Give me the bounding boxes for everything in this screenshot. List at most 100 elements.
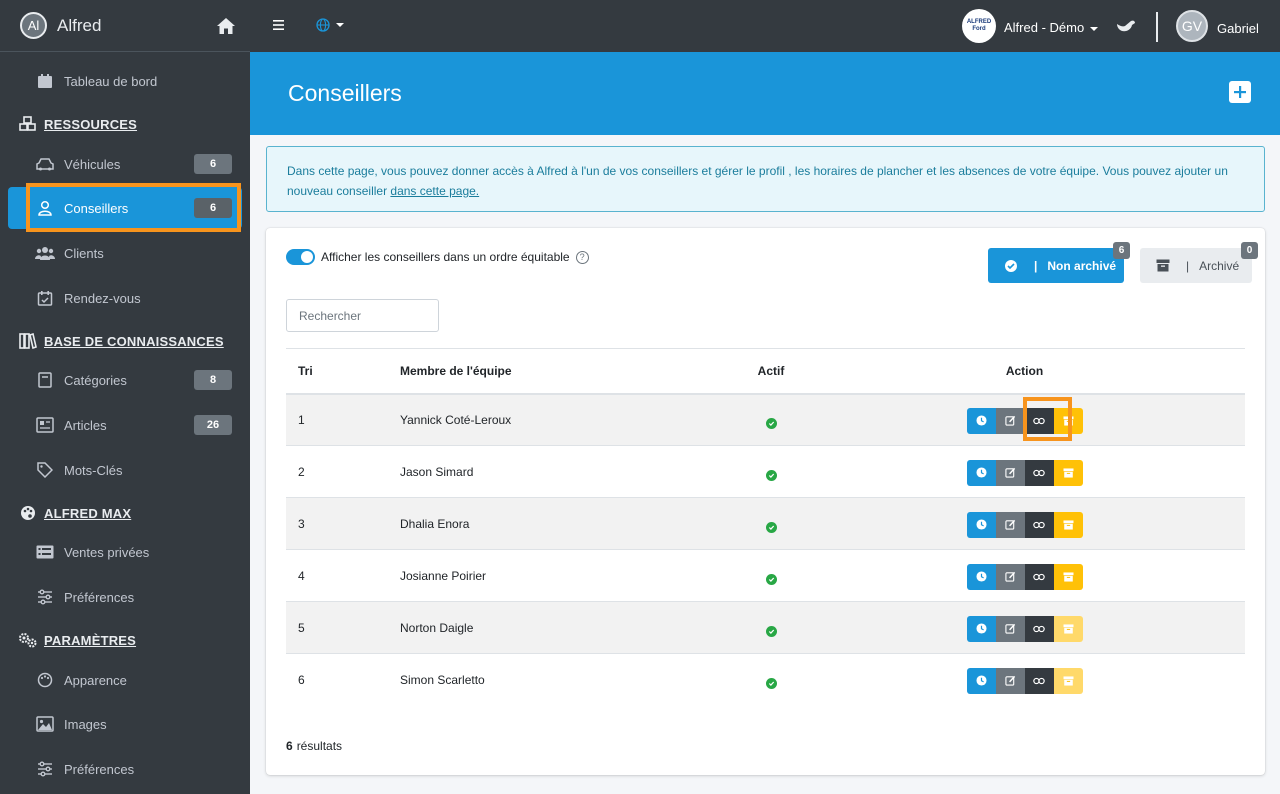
cell-actions <box>804 497 1245 550</box>
archive-button[interactable]: | Archivé 0 <box>1140 242 1258 283</box>
cell-member: Simon Scarletto <box>388 653 738 706</box>
edit-icon <box>1004 571 1016 582</box>
sidebar-item-images[interactable]: Images <box>8 703 242 745</box>
link-icon <box>1033 624 1045 634</box>
cell-active <box>738 497 804 550</box>
archive-icon <box>1063 416 1074 426</box>
archive-row-button[interactable] <box>1053 511 1083 538</box>
info-link[interactable]: dans cette page. <box>390 184 479 198</box>
archive-row-button[interactable] <box>1053 563 1083 590</box>
sidebar-item-preferences-max[interactable]: Préférences <box>8 576 242 618</box>
check-circle-icon <box>1004 259 1018 273</box>
cell-tri: 4 <box>286 549 388 602</box>
sidebar-item-clients[interactable]: Clients <box>8 232 242 274</box>
language-dropdown[interactable] <box>316 18 344 32</box>
info-alert: Dans cette page, vous pouvez donner accè… <box>266 146 1265 212</box>
check-circle-icon <box>765 417 777 429</box>
clock-icon <box>975 415 987 426</box>
column-header-action: Action <box>804 348 1245 395</box>
sidebar-item-label: Articles <box>64 417 107 433</box>
column-header-active[interactable]: Actif <box>738 348 804 395</box>
link-button[interactable] <box>1024 459 1054 486</box>
edit-button[interactable] <box>995 667 1025 694</box>
sidebar-item-apparence[interactable]: Apparence <box>8 659 242 701</box>
link-button[interactable] <box>1024 511 1054 538</box>
sidebar-item-label: Conseillers <box>64 200 129 216</box>
home-icon[interactable] <box>216 16 236 36</box>
archive-row-button[interactable] <box>1053 407 1083 434</box>
check-circle-icon <box>765 625 777 637</box>
plus-icon <box>1234 86 1246 98</box>
page-header: Conseillers <box>250 52 1280 135</box>
edit-button[interactable] <box>995 615 1025 642</box>
archive-row-button[interactable] <box>1053 459 1083 486</box>
schedule-button[interactable] <box>966 667 996 694</box>
brand[interactable]: Al Alfred <box>0 0 250 52</box>
brand-name: Alfred <box>57 15 102 35</box>
column-header-member[interactable]: Membre de l'équipe <box>388 348 738 395</box>
archive-icon <box>1156 259 1170 273</box>
link-button[interactable] <box>1024 407 1054 434</box>
link-button[interactable] <box>1024 615 1054 642</box>
user-name[interactable]: Gabriel <box>1217 21 1259 36</box>
sidebar-item-label: Apparence <box>64 672 127 688</box>
check-circle-icon <box>765 521 777 533</box>
schedule-button[interactable] <box>966 563 996 590</box>
link-button[interactable] <box>1024 563 1054 590</box>
archive-row-button[interactable] <box>1053 667 1083 694</box>
sidebar-item-label: Tableau de bord <box>64 73 158 89</box>
search-input[interactable] <box>286 299 439 332</box>
archive-row-button[interactable] <box>1053 615 1083 642</box>
table-row: 5 Norton Daigle <box>286 601 1245 654</box>
edit-button[interactable] <box>995 459 1025 486</box>
sidebar-item-ventes-privees[interactable]: Ventes privées <box>8 531 242 573</box>
column-header-tri[interactable]: Tri <box>286 348 388 395</box>
schedule-button[interactable] <box>966 407 996 434</box>
calendar-check-icon <box>35 288 55 308</box>
table-header-row: Tri Membre de l'équipe Actif Action <box>286 348 1245 395</box>
schedule-button[interactable] <box>966 511 996 538</box>
help-icon[interactable]: ? <box>575 250 589 264</box>
hamburger-icon[interactable] <box>272 17 288 33</box>
user-avatar[interactable]: GV <box>1176 10 1208 42</box>
count-badge: 26 <box>194 415 232 435</box>
sidebar-item-label: Images <box>64 716 107 732</box>
user-tie-icon <box>35 198 55 218</box>
edit-button[interactable] <box>995 407 1025 434</box>
non-archive-button[interactable]: | Non archivé 6 <box>988 242 1130 283</box>
books-icon <box>18 331 38 351</box>
archive-icon <box>1063 623 1074 634</box>
bird-icon[interactable] <box>1116 18 1136 34</box>
schedule-button[interactable] <box>966 615 996 642</box>
clock-icon <box>975 623 987 634</box>
sidebar-item-dashboard[interactable]: Tableau de bord <box>8 60 242 102</box>
sidebar-item-preferences[interactable]: Préférences <box>8 748 242 790</box>
sidebar-item-conseillers[interactable]: Conseillers 6 <box>8 187 242 229</box>
count-badge: 6 <box>194 154 232 174</box>
cell-member: Dhalia Enora <box>388 497 738 550</box>
equitable-order-toggle[interactable] <box>286 249 315 265</box>
add-conseiller-button[interactable] <box>1229 81 1251 103</box>
clock-icon <box>975 467 987 478</box>
edit-button[interactable] <box>995 511 1025 538</box>
sidebar-item-articles[interactable]: Articles 26 <box>8 404 242 446</box>
toggle-label: Afficher les conseillers dans un ordre é… <box>321 250 589 264</box>
cell-actions <box>804 653 1245 706</box>
cell-member: Yannick Coté-Leroux <box>388 393 738 446</box>
sidebar-item-categories[interactable]: Catégories 8 <box>8 359 242 401</box>
schedule-button[interactable] <box>966 459 996 486</box>
edit-icon <box>1004 623 1016 634</box>
archive-icon <box>1063 467 1074 478</box>
sidebar-item-mots-cles[interactable]: Mots-Clés <box>8 449 242 491</box>
sidebar-item-rendez-vous[interactable]: Rendez-vous <box>8 277 242 319</box>
calendar-icon <box>35 71 55 91</box>
sidebar-item-label: Mots-Clés <box>64 462 123 478</box>
sidebar-item-vehicules[interactable]: Véhicules 6 <box>8 143 242 185</box>
dealer-dropdown[interactable]: Alfred - Démo <box>1004 20 1099 35</box>
list-icon <box>35 542 55 562</box>
clock-icon <box>975 519 987 530</box>
conseillers-table: Tri Membre de l'équipe Actif Action 1 Yan… <box>286 348 1245 706</box>
link-button[interactable] <box>1024 667 1054 694</box>
cell-actions <box>804 549 1245 602</box>
edit-button[interactable] <box>995 563 1025 590</box>
